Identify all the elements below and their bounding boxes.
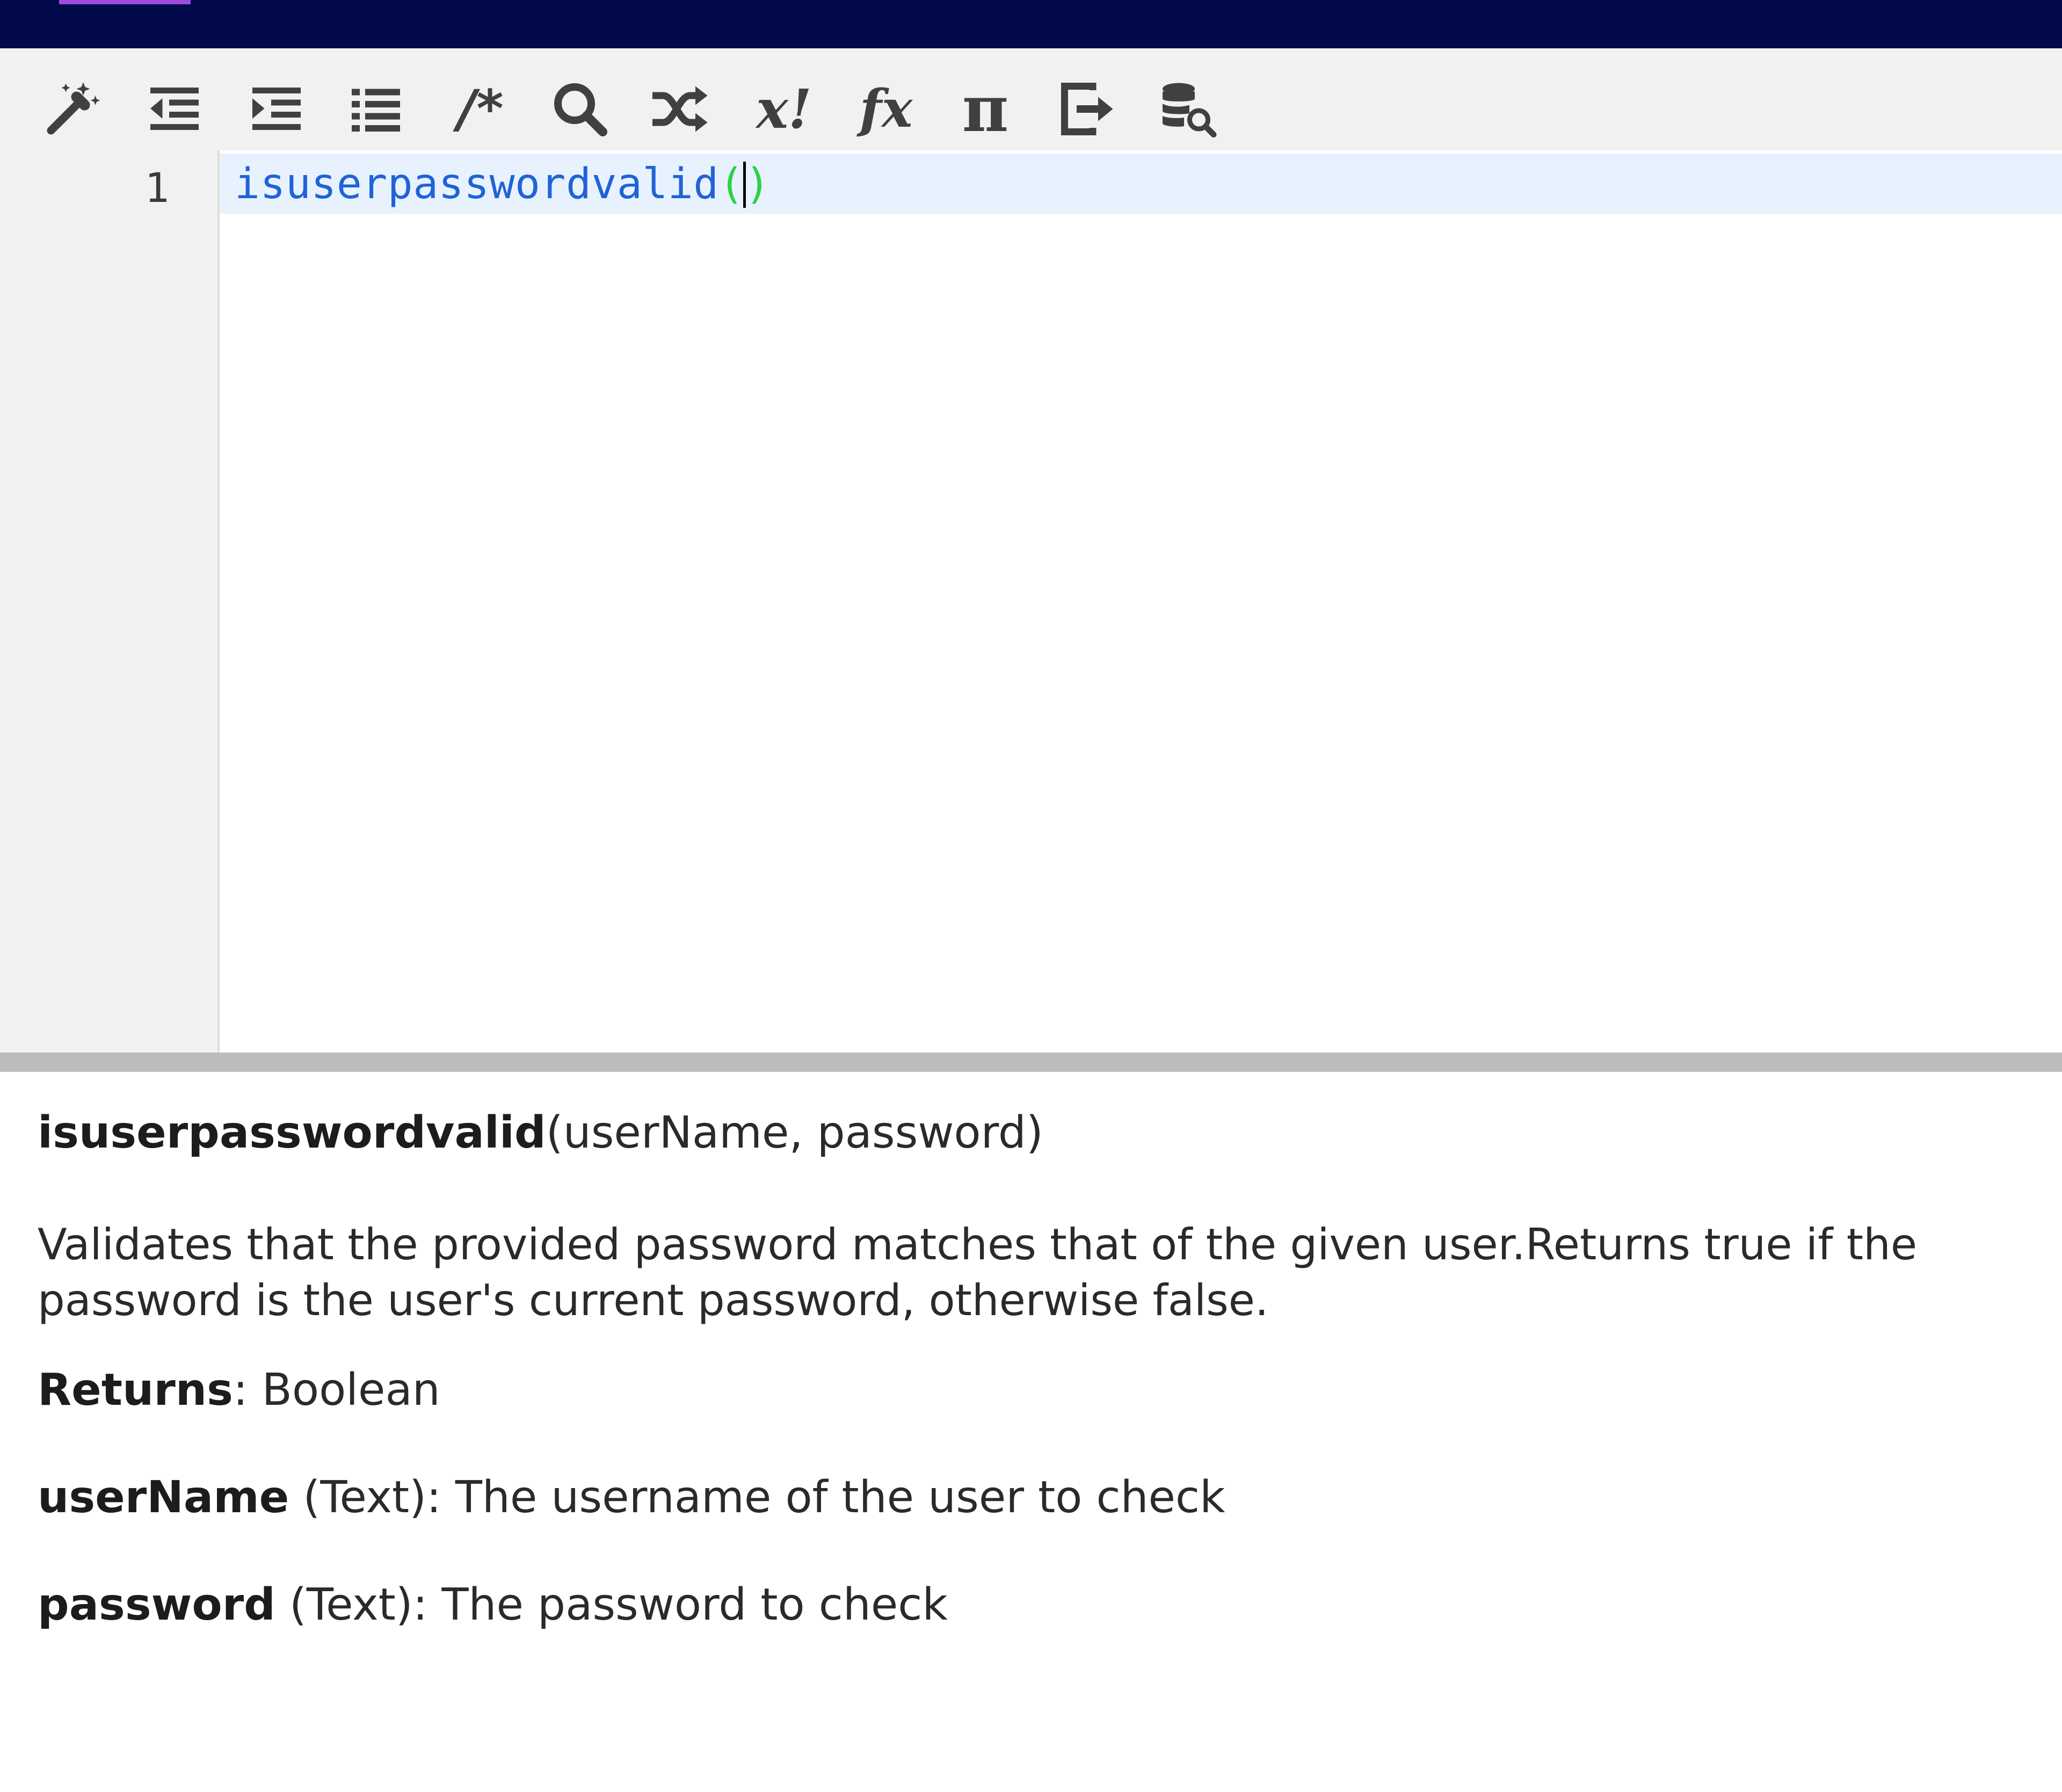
open-paren-token: (	[718, 160, 745, 208]
code-area[interactable]: isuserpasswordvalid()	[220, 150, 2062, 1053]
panel-splitter[interactable]	[0, 1053, 2062, 1072]
returns-line: Returns: Boolean	[38, 1365, 440, 1416]
database-search-icon	[1163, 83, 1217, 137]
active-tab-indicator	[59, 0, 191, 4]
param-password: password (Text): The password to check	[38, 1579, 948, 1630]
param-name: userName	[38, 1472, 289, 1523]
param-name: password	[38, 1579, 275, 1630]
comment-icon: /*	[458, 78, 504, 139]
function-button[interactable]: fx	[843, 70, 929, 148]
indent-icon	[252, 87, 301, 130]
outdent-icon	[150, 87, 199, 130]
factorial-icon: x!	[756, 77, 812, 141]
magic-wand-icon	[47, 82, 100, 134]
function-icon: fx	[859, 78, 913, 139]
returns-value: : Boolean	[233, 1365, 440, 1416]
signature-params: (userName, password)	[546, 1107, 1043, 1158]
code-editor[interactable]: 1 isuserpasswordvalid()	[0, 150, 2062, 1053]
formula-editor-window: /* x! fx π 1 isuserpasswordvalid() isuse…	[0, 0, 2062, 1792]
close-paren-token: )	[745, 160, 771, 208]
top-bar	[0, 0, 2062, 48]
line-number: 1	[144, 164, 169, 212]
comment-button[interactable]: /*	[438, 70, 524, 148]
function-signature: isuserpasswordvalid(userName, password)	[38, 1107, 1043, 1158]
pi-button[interactable]: π	[942, 70, 1028, 148]
function-help-panel: isuserpasswordvalid(userName, password) …	[0, 1072, 2062, 1792]
line-number-gutter: 1	[0, 150, 220, 1053]
export-icon	[1061, 82, 1113, 135]
shuffle-button[interactable]	[636, 70, 722, 148]
list-button[interactable]	[333, 70, 419, 148]
code-line[interactable]: isuserpasswordvalid()	[235, 155, 771, 214]
function-description: Validates that the provided password mat…	[38, 1220, 1918, 1325]
outdent-button[interactable]	[132, 70, 217, 148]
returns-label: Returns	[38, 1365, 233, 1416]
export-button[interactable]	[1044, 70, 1130, 148]
database-search-button[interactable]	[1144, 70, 1230, 148]
factorial-button[interactable]: x!	[741, 70, 827, 148]
search-button[interactable]	[537, 70, 623, 148]
function-token: isuserpasswordvalid	[235, 160, 719, 208]
list-icon	[352, 89, 400, 132]
param-detail: (Text): The username of the user to chec…	[289, 1472, 1225, 1523]
text-cursor	[743, 161, 746, 208]
indent-button[interactable]	[234, 70, 320, 148]
signature-name: isuserpasswordvalid	[38, 1107, 546, 1158]
editor-toolbar: /* x! fx π	[0, 48, 2062, 150]
pi-icon: π	[962, 71, 1009, 146]
param-detail: (Text): The password to check	[275, 1579, 948, 1630]
search-icon	[554, 83, 607, 136]
shuffle-icon	[652, 86, 708, 132]
format-button[interactable]	[30, 70, 115, 148]
param-username: userName (Text): The username of the use…	[38, 1472, 1225, 1523]
